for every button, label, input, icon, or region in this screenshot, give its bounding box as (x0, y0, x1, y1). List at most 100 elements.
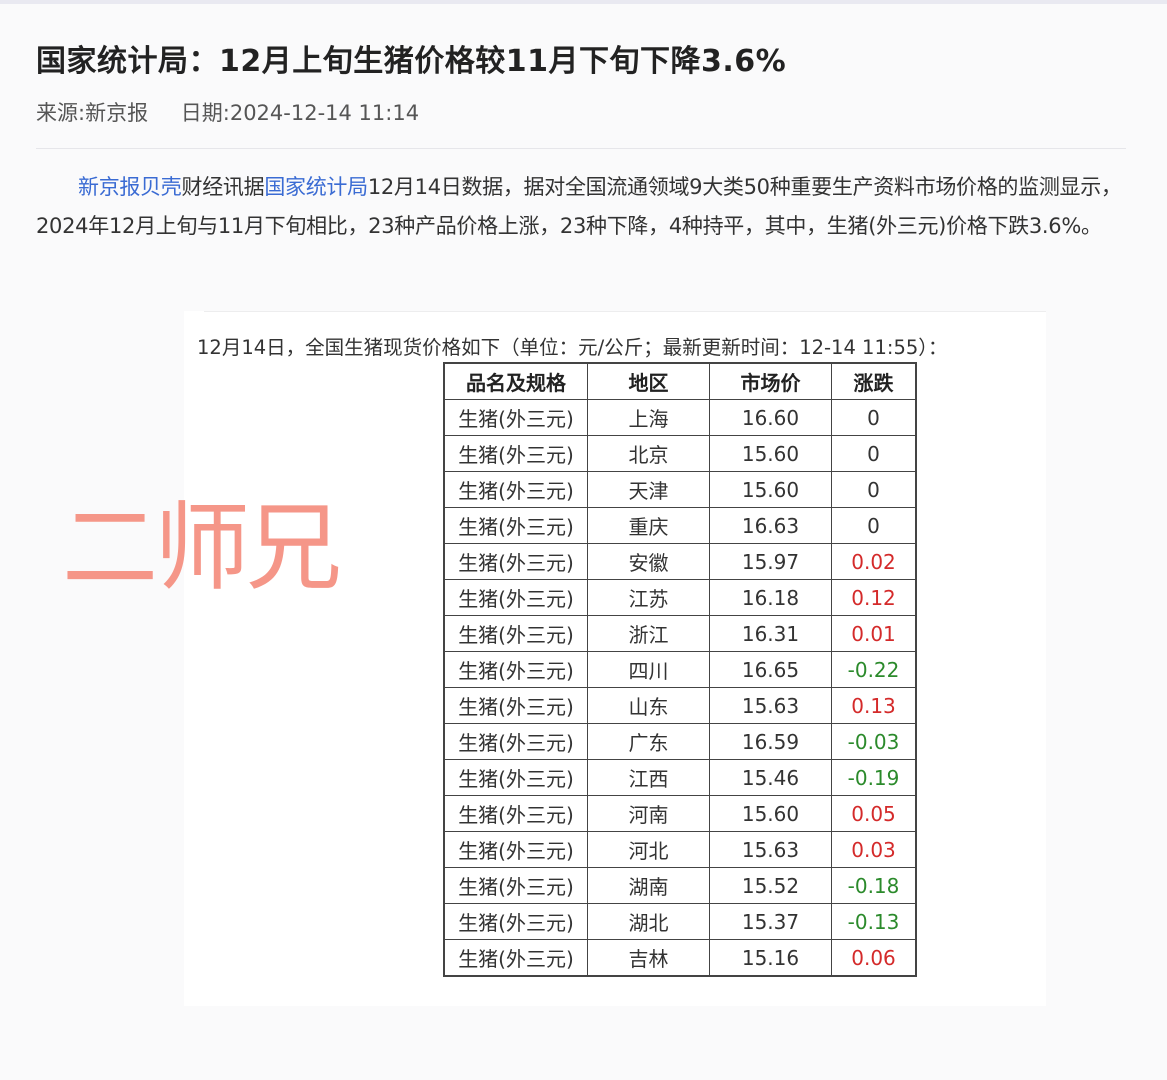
table-row: 生猪(外三元) 河南 15.60 0.05 (443, 795, 917, 832)
cell-price: 15.97 (709, 543, 832, 580)
cell-region: 湖南 (587, 867, 710, 904)
cell-price: 15.60 (709, 795, 832, 832)
cell-price: 15.60 (709, 471, 832, 508)
cell-change: 0.02 (831, 543, 917, 580)
cell-region: 山东 (587, 687, 710, 724)
header-price: 市场价 (709, 362, 832, 400)
cell-region: 四川 (587, 651, 710, 688)
cell-change: 0.01 (831, 615, 917, 652)
cell-product: 生猪(外三元) (443, 435, 588, 472)
cell-price: 16.18 (709, 579, 832, 616)
cell-change: 0 (831, 507, 917, 544)
cell-change: -0.19 (831, 759, 917, 796)
cell-price: 15.37 (709, 903, 832, 940)
cell-change: 0 (831, 435, 917, 472)
cell-change: -0.13 (831, 903, 917, 940)
table-row: 生猪(外三元) 上海 16.60 0 (443, 399, 917, 436)
table-row: 生猪(外三元) 天津 15.60 0 (443, 471, 917, 508)
cell-change: 0.05 (831, 795, 917, 832)
cell-region: 河北 (587, 831, 710, 868)
cell-price: 16.65 (709, 651, 832, 688)
cell-change: 0 (831, 471, 917, 508)
article-paragraph: 新京报贝壳财经讯据国家统计局12月14日数据，据对全国流通领域9大类50种重要生… (36, 168, 1128, 246)
article-source: 来源:新京报 (36, 101, 149, 125)
cell-price: 15.60 (709, 435, 832, 472)
cell-region: 天津 (587, 471, 710, 508)
table-row: 生猪(外三元) 湖南 15.52 -0.18 (443, 867, 917, 904)
cell-region: 江苏 (587, 579, 710, 616)
table-row: 生猪(外三元) 吉林 15.16 0.06 (443, 939, 917, 977)
cell-product: 生猪(外三元) (443, 759, 588, 796)
cell-price: 16.60 (709, 399, 832, 436)
header-product: 品名及规格 (443, 362, 588, 400)
cell-price: 15.63 (709, 831, 832, 868)
cell-product: 生猪(外三元) (443, 471, 588, 508)
cell-change: -0.18 (831, 867, 917, 904)
cell-region: 江西 (587, 759, 710, 796)
table-row: 生猪(外三元) 广东 16.59 -0.03 (443, 723, 917, 760)
table-row: 生猪(外三元) 浙江 16.31 0.01 (443, 615, 917, 652)
header-change: 涨跌 (831, 362, 917, 400)
cell-price: 15.16 (709, 939, 832, 977)
table-row: 生猪(外三元) 湖北 15.37 -0.13 (443, 903, 917, 940)
table-row: 生猪(外三元) 山东 15.63 0.13 (443, 687, 917, 724)
cell-product: 生猪(外三元) (443, 939, 588, 977)
article-meta: 来源:新京报 日期:2024-12-14 11:14 (36, 97, 419, 127)
cell-region: 浙江 (587, 615, 710, 652)
cell-region: 重庆 (587, 507, 710, 544)
cell-product: 生猪(外三元) (443, 687, 588, 724)
cell-product: 生猪(外三元) (443, 723, 588, 760)
cell-product: 生猪(外三元) (443, 795, 588, 832)
cell-region: 吉林 (587, 939, 710, 977)
bureau-link[interactable]: 国家统计局 (264, 175, 368, 199)
table-caption: 12月14日，全国生猪现货价格如下（单位：元/公斤；最新更新时间：12-14 1… (197, 336, 948, 359)
price-table: 品名及规格 地区 市场价 涨跌 生猪(外三元) 上海 16.60 0 生猪(外三元) 北京… (443, 362, 917, 977)
cell-region: 湖北 (587, 903, 710, 940)
cell-price: 16.31 (709, 615, 832, 652)
header-region: 地区 (587, 362, 710, 400)
cell-region: 上海 (587, 399, 710, 436)
cell-price: 15.63 (709, 687, 832, 724)
article-title: 国家统计局：12月上旬生猪价格较11月下旬下降3.6% (36, 44, 787, 79)
table-row: 生猪(外三元) 江苏 16.18 0.12 (443, 579, 917, 616)
table-header-row: 品名及规格 地区 市场价 涨跌 (443, 362, 917, 400)
cell-change: 0.12 (831, 579, 917, 616)
watermark-text: 二师兄 (62, 492, 342, 604)
cell-product: 生猪(外三元) (443, 903, 588, 940)
cell-product: 生猪(外三元) (443, 867, 588, 904)
cell-change: -0.03 (831, 723, 917, 760)
cell-price: 16.63 (709, 507, 832, 544)
cell-product: 生猪(外三元) (443, 579, 588, 616)
cell-region: 河南 (587, 795, 710, 832)
cell-price: 15.46 (709, 759, 832, 796)
cell-product: 生猪(外三元) (443, 507, 588, 544)
cell-product: 生猪(外三元) (443, 651, 588, 688)
cell-region: 广东 (587, 723, 710, 760)
cell-change: 0.13 (831, 687, 917, 724)
cell-region: 安徽 (587, 543, 710, 580)
cell-change: 0.06 (831, 939, 917, 977)
table-row: 生猪(外三元) 安徽 15.97 0.02 (443, 543, 917, 580)
cell-product: 生猪(外三元) (443, 831, 588, 868)
source-link[interactable]: 新京报贝壳 (78, 175, 182, 199)
table-row: 生猪(外三元) 四川 16.65 -0.22 (443, 651, 917, 688)
cell-region: 北京 (587, 435, 710, 472)
table-row: 生猪(外三元) 北京 15.60 0 (443, 435, 917, 472)
table-row: 生猪(外三元) 江西 15.46 -0.19 (443, 759, 917, 796)
cell-price: 15.52 (709, 867, 832, 904)
cell-price: 16.59 (709, 723, 832, 760)
table-row: 生猪(外三元) 重庆 16.63 0 (443, 507, 917, 544)
article-date: 日期:2024-12-14 11:14 (180, 101, 420, 125)
cell-product: 生猪(外三元) (443, 615, 588, 652)
cell-change: 0 (831, 399, 917, 436)
card-divider (204, 311, 1046, 312)
top-border (0, 0, 1167, 4)
price-table-card: 12月14日，全国生猪现货价格如下（单位：元/公斤；最新更新时间：12-14 1… (184, 311, 1046, 1006)
cell-change: -0.22 (831, 651, 917, 688)
cell-product: 生猪(外三元) (443, 543, 588, 580)
divider (36, 148, 1126, 149)
cell-product: 生猪(外三元) (443, 399, 588, 436)
table-row: 生猪(外三元) 河北 15.63 0.03 (443, 831, 917, 868)
paragraph-text-1: 财经讯据 (181, 175, 265, 199)
cell-change: 0.03 (831, 831, 917, 868)
